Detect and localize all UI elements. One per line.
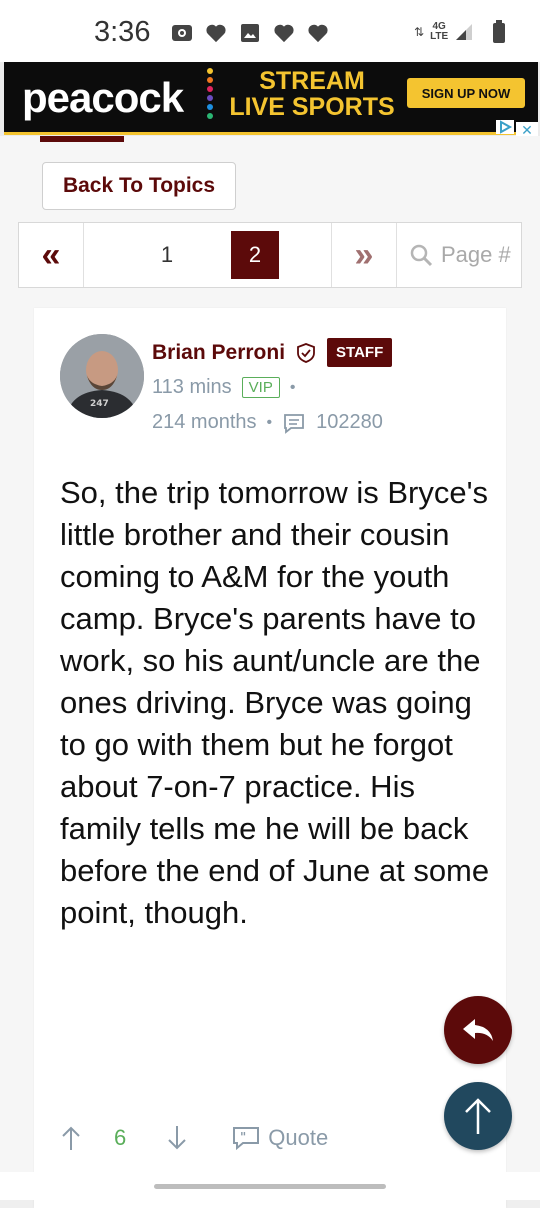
heart-icon	[272, 22, 296, 44]
downvote-button[interactable]	[166, 1124, 188, 1152]
page-jump[interactable]: Page #	[409, 237, 511, 273]
ad-brand-logo: peacock	[22, 74, 184, 121]
page-jump-input[interactable]: Page #	[441, 242, 511, 268]
pagination: « 1 2 » Page #	[18, 222, 522, 288]
header-tab-fragment	[40, 136, 124, 142]
svg-text:247: 247	[90, 399, 109, 409]
pagination-page-1[interactable]: 1	[143, 231, 191, 279]
ad-choices-icon[interactable]	[496, 120, 514, 134]
notification-icons	[170, 22, 330, 44]
quote-icon: "	[233, 1127, 260, 1150]
reply-icon	[463, 1019, 493, 1041]
network-type: 4G LTE	[430, 22, 448, 42]
image-icon	[238, 22, 262, 44]
post-meta: 113 mins VIP •	[152, 376, 295, 399]
heart-icon	[306, 22, 330, 44]
post-actions: 6 " Quote	[60, 1118, 500, 1158]
status-bar: 3:36 ⇅ 4G LTE	[0, 0, 540, 62]
upvote-button[interactable]	[60, 1124, 82, 1152]
network-sub-label: LTE	[430, 31, 449, 42]
data-arrows-icon: ⇅	[414, 25, 425, 39]
svg-text:": "	[240, 1130, 246, 1144]
post-time: 113 mins	[152, 376, 232, 398]
search-icon	[410, 244, 433, 267]
arrow-up-icon	[62, 1126, 80, 1150]
ad-content[interactable]: peacock STREAM LIVE SPORTS SIGN UP NOW	[4, 62, 538, 135]
arrow-up-icon	[465, 1098, 491, 1134]
system-indicators: ⇅ 4G LTE	[414, 20, 506, 44]
scroll-to-top-button[interactable]	[444, 1082, 512, 1150]
ad-headline-line2: LIVE SPORTS	[229, 93, 395, 121]
post-body: So, the trip tomorrow is Bryce's little …	[60, 475, 490, 930]
post-count: 102280	[316, 411, 383, 433]
shield-check-icon	[297, 342, 315, 363]
back-to-topics-button[interactable]: Back To Topics	[42, 162, 236, 210]
quote-label: Quote	[268, 1125, 329, 1150]
avatar[interactable]: 247	[60, 334, 144, 418]
separator-dot: •	[266, 413, 273, 431]
author-name[interactable]: Brian Perroni	[152, 341, 285, 365]
staff-badge: STAFF	[327, 338, 393, 367]
battery-icon	[493, 20, 506, 43]
ad-headline-line1: STREAM	[259, 67, 365, 95]
quote-button[interactable]: " Quote	[232, 1125, 328, 1151]
signal-icon	[456, 24, 473, 40]
comment-icon	[284, 413, 305, 434]
arrow-down-icon	[168, 1126, 186, 1150]
heart-icon	[204, 22, 228, 44]
pagination-prev-button[interactable]: «	[19, 223, 84, 287]
radio-icon	[170, 22, 194, 44]
ad-logo-dots	[207, 68, 213, 120]
author-stats: 214 months • 102280	[152, 411, 383, 434]
gesture-handle[interactable]	[154, 1184, 386, 1189]
vote-count: 6	[114, 1125, 127, 1150]
pagination-page-2-current[interactable]: 2	[231, 231, 279, 279]
ad-banner[interactable]: peacock STREAM LIVE SPORTS SIGN UP NOW ✕	[0, 62, 540, 198]
post-author: Brian Perroni STAFF	[152, 338, 393, 367]
status-time: 3:36	[94, 16, 151, 48]
separator-dot: •	[289, 378, 296, 396]
reply-button[interactable]	[444, 996, 512, 1064]
ad-cta-button[interactable]: SIGN UP NOW	[407, 78, 525, 108]
vip-badge: VIP	[241, 377, 280, 398]
pagination-next-button[interactable]: »	[331, 223, 397, 287]
ad-headline: STREAM LIVE SPORTS	[222, 68, 402, 120]
member-tenure: 214 months	[152, 411, 257, 433]
forum-post: 247 Brian Perroni STAFF 113 mins VIP • 2…	[34, 308, 506, 1208]
